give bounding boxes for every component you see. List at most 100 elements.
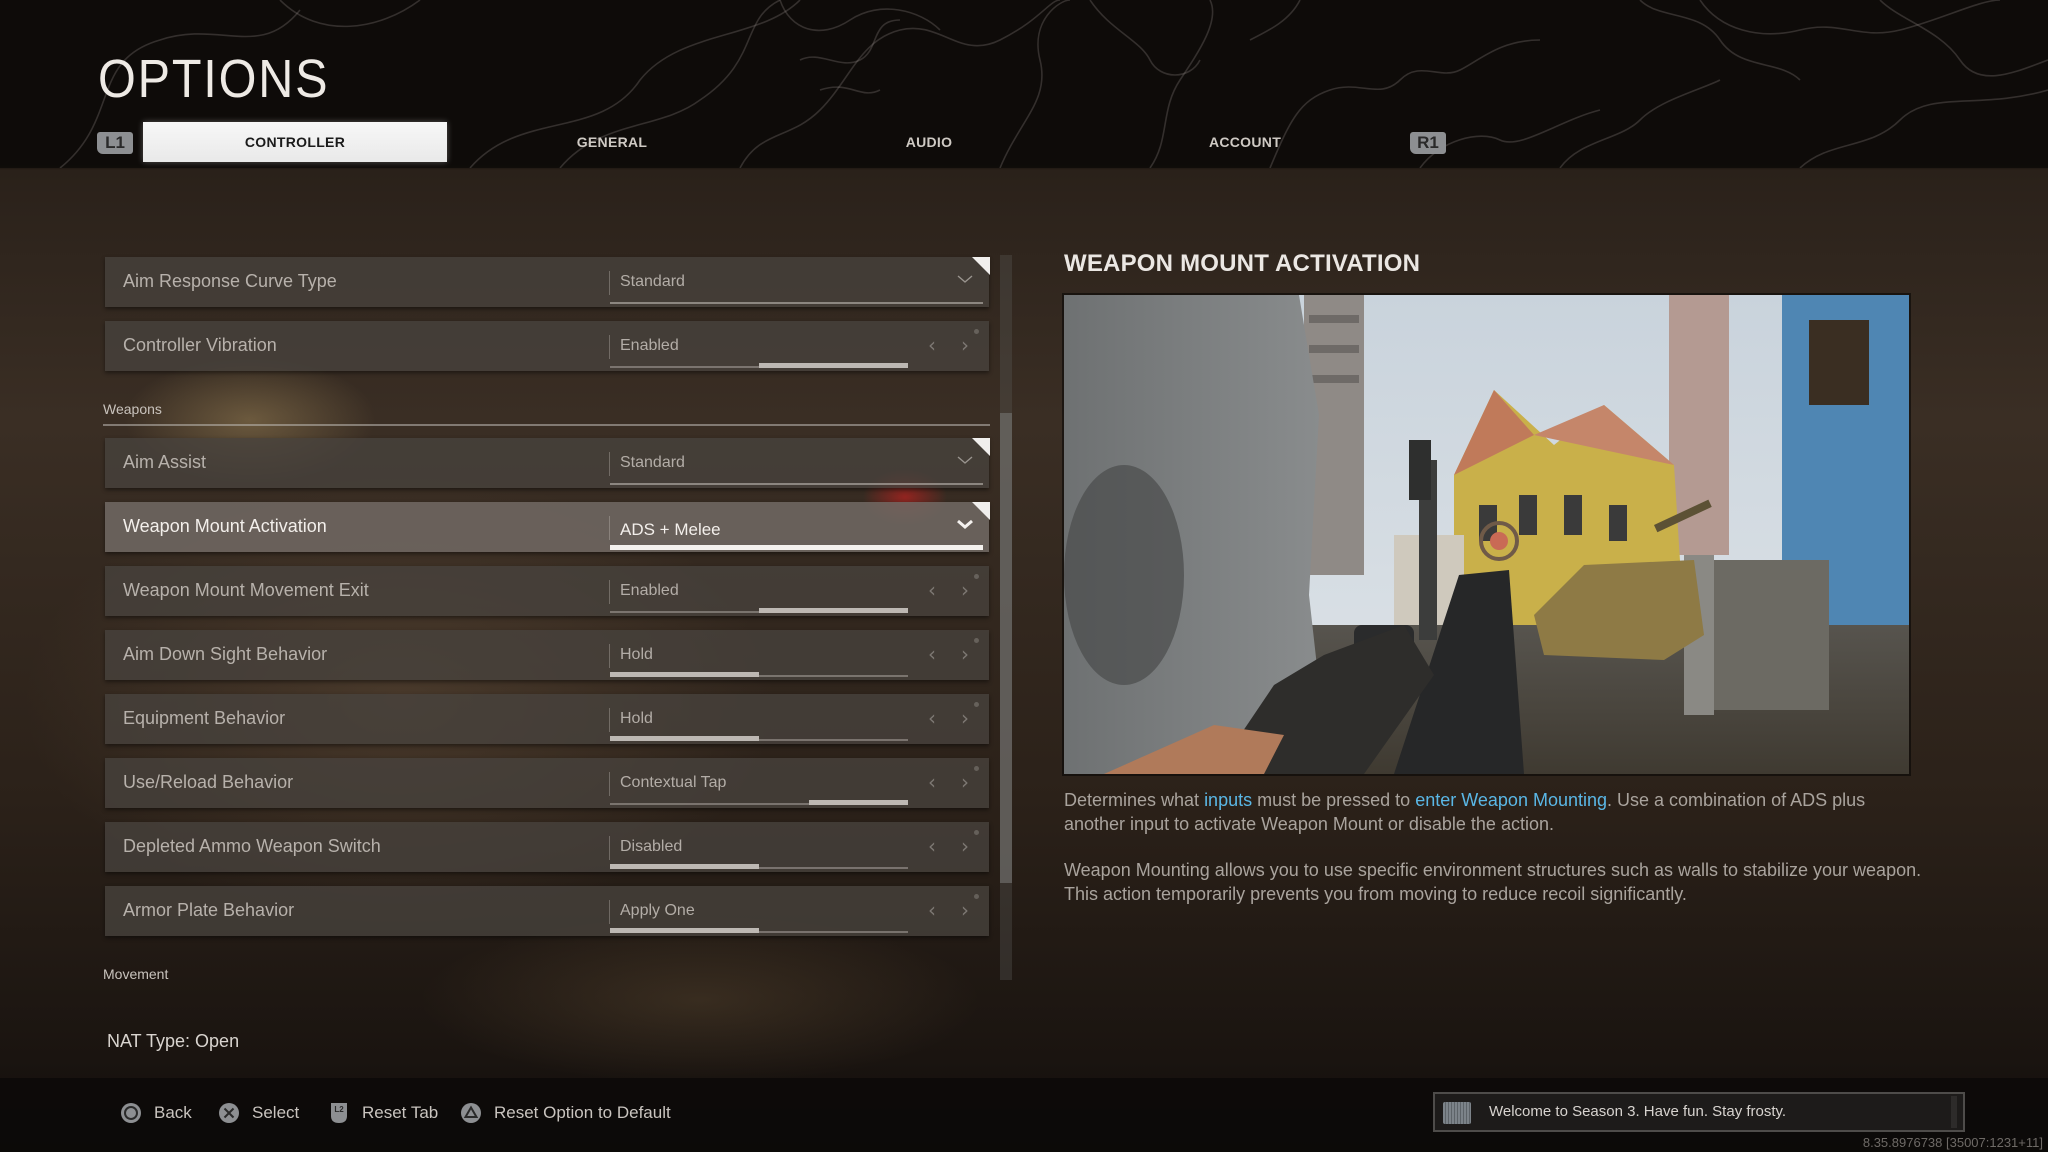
setting-value: Disabled (620, 838, 683, 855)
arrow-right-icon[interactable]: › (961, 642, 969, 666)
description-paragraph-2: Weapon Mounting allows you to use specif… (1064, 860, 1922, 904)
toast-edge (1951, 1096, 1957, 1128)
section-header-weapons: Weapons (103, 401, 162, 417)
value-separator (609, 516, 610, 540)
tab-account[interactable]: ACCOUNT (1185, 122, 1305, 162)
setting-label: Armor Plate Behavior (123, 900, 295, 920)
l1-bumper-icon[interactable]: L1 (97, 132, 133, 154)
reset-tab-prompt[interactable]: L2 Reset Tab (328, 1100, 438, 1126)
arrow-right-icon[interactable]: › (961, 333, 969, 357)
select-label: Select (252, 1103, 300, 1122)
description-text: must be pressed to (1252, 790, 1416, 810)
setting-label: Weapon Mount Movement Exit (123, 580, 369, 600)
value-separator (609, 708, 610, 732)
setting-row[interactable]: Weapon Mount Movement Exit Enabled ‹ › (105, 566, 989, 616)
select-prompt[interactable]: Select (218, 1100, 299, 1126)
corner-marker-icon (972, 438, 990, 456)
value-separator (609, 271, 610, 295)
arrow-right-icon[interactable]: › (961, 770, 969, 794)
indicator-dot (974, 766, 979, 771)
setting-row[interactable]: Aim Down Sight Behavior Hold ‹ › (105, 630, 989, 680)
setting-label: Use/Reload Behavior (123, 772, 294, 792)
arrow-left-icon[interactable]: ‹ (928, 578, 936, 602)
indicator-dot (974, 830, 979, 835)
tab-bar: L1 CONTROLLER GENERAL AUDIO ACCOUNT R1 (0, 122, 2048, 164)
highlight-inputs: inputs (1204, 790, 1253, 810)
tab-controller[interactable]: CONTROLLER (143, 122, 447, 162)
setting-label: Aim Down Sight Behavior (123, 644, 328, 664)
setting-value: Hold (620, 710, 653, 727)
reset-tab-label: Reset Tab (362, 1103, 439, 1122)
setting-value: Apply One (620, 902, 695, 919)
build-version: 8.35.8976738 [35007:1231+11] (1862, 1135, 2043, 1150)
setting-label: Equipment Behavior (123, 708, 286, 728)
setting-row[interactable]: Depleted Ammo Weapon Switch Disabled ‹ › (105, 822, 989, 872)
message-icon (1443, 1102, 1471, 1124)
setting-label: Depleted Ammo Weapon Switch (123, 836, 381, 856)
reset-option-label: Reset Option to Default (494, 1103, 671, 1122)
triangle-button-icon (461, 1103, 481, 1123)
reset-option-prompt[interactable]: Reset Option to Default (460, 1100, 671, 1126)
setting-value: Standard (620, 454, 685, 471)
arrow-left-icon[interactable]: ‹ (928, 898, 936, 922)
setting-value: Enabled (620, 582, 679, 599)
l2-trigger-icon: L2 (331, 1103, 347, 1123)
detail-title: WEAPON MOUNT ACTIVATION (1064, 250, 1421, 277)
arrow-right-icon[interactable]: › (961, 578, 969, 602)
notification-text: Welcome to Season 3. Have fun. Stay fros… (1489, 1103, 1787, 1120)
value-separator (609, 900, 610, 924)
value-separator (609, 335, 610, 359)
back-prompt[interactable]: Back (120, 1100, 192, 1126)
setting-row[interactable]: Use/Reload Behavior Contextual Tap ‹ › (105, 758, 989, 808)
corner-marker-icon (972, 502, 990, 520)
setting-row[interactable]: Weapon Mount Activation ADS + Melee (105, 502, 990, 552)
setting-value: Standard (620, 273, 685, 290)
description-paragraph-1: Determines what inputs must be pressed t… (1064, 788, 1924, 836)
arrow-right-icon[interactable]: › (961, 898, 969, 922)
arrow-left-icon[interactable]: ‹ (928, 642, 936, 666)
value-separator (609, 644, 610, 668)
option-indicator (610, 736, 759, 741)
indicator-dot (974, 894, 979, 899)
option-indicator (610, 672, 759, 677)
arrow-left-icon[interactable]: ‹ (928, 770, 936, 794)
arrow-left-icon[interactable]: ‹ (928, 834, 936, 858)
option-indicator (759, 363, 908, 368)
preview-scene (1064, 295, 1909, 774)
notification-toast: Welcome to Season 3. Have fun. Stay fros… (1433, 1092, 1965, 1132)
scrollbar-thumb[interactable] (1000, 413, 1012, 883)
r1-bumper-icon[interactable]: R1 (1410, 132, 1446, 154)
setting-label: Weapon Mount Activation (123, 516, 327, 536)
dropdown-underline (610, 483, 983, 485)
option-indicator (610, 928, 759, 933)
arrow-left-icon[interactable]: ‹ (928, 706, 936, 730)
indicator-dot (974, 702, 979, 707)
setting-row[interactable]: Controller Vibration Enabled ‹ › (105, 321, 989, 371)
section-divider (103, 424, 990, 426)
preview-image (1064, 295, 1909, 774)
option-indicator (610, 864, 759, 869)
option-indicator (808, 800, 908, 805)
setting-row[interactable]: Equipment Behavior Hold ‹ › (105, 694, 989, 744)
dropdown-underline (610, 302, 983, 304)
setting-row[interactable]: Aim Response Curve Type Standard (105, 257, 990, 307)
setting-value: ADS + Melee (620, 520, 721, 539)
setting-row[interactable]: Armor Plate Behavior Apply One ‹ › (105, 886, 989, 936)
setting-value: Hold (620, 646, 653, 663)
setting-row[interactable]: Aim Assist Standard (105, 438, 990, 488)
setting-value: Enabled (620, 337, 679, 354)
arrow-right-icon[interactable]: › (961, 834, 969, 858)
tab-audio[interactable]: AUDIO (869, 122, 989, 162)
setting-label: Aim Assist (123, 452, 207, 472)
arrow-left-icon[interactable]: ‹ (928, 333, 936, 357)
indicator-dot (974, 574, 979, 579)
corner-marker-icon (972, 257, 990, 275)
highlight-enter-weapon-mounting: enter Weapon Mounting (1415, 790, 1607, 810)
tab-general[interactable]: GENERAL (552, 122, 672, 162)
arrow-right-icon[interactable]: › (961, 706, 969, 730)
circle-button-icon (121, 1103, 141, 1123)
cross-button-icon (219, 1103, 239, 1123)
description-text: Determines what (1064, 790, 1205, 810)
dropdown-underline (610, 545, 983, 550)
value-separator (609, 580, 610, 604)
